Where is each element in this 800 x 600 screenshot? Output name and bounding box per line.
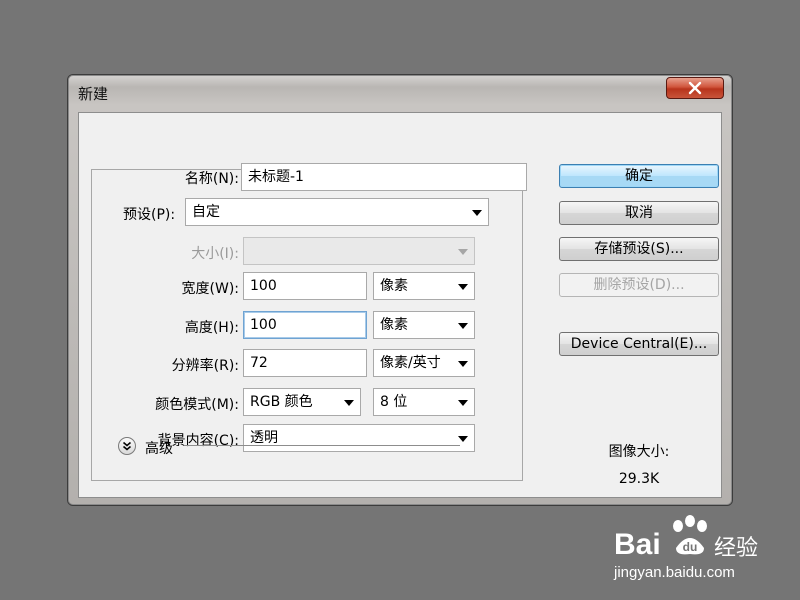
size-label: 大小(I): <box>191 246 239 262</box>
cancel-button[interactable]: 取消 <box>559 201 719 225</box>
advanced-divider <box>184 445 460 446</box>
watermark-brand: Bai <box>614 528 661 561</box>
width-input[interactable]: 100 <box>243 272 367 300</box>
name-label: 名称(N): <box>184 171 239 187</box>
preset-value: 自定 <box>192 204 220 220</box>
color-mode-label: 颜色模式(M): <box>155 397 239 413</box>
chevron-down-icon <box>472 210 482 216</box>
paw-logo-icon: du <box>673 515 707 555</box>
height-label: 高度(H): <box>184 320 239 336</box>
resolution-unit-value: 像素/英寸 <box>380 355 441 371</box>
resolution-input[interactable]: 72 <box>243 349 367 377</box>
watermark-brand-tail: 经验 <box>714 535 759 560</box>
width-label: 宽度(W): <box>181 281 239 297</box>
svg-text:du: du <box>683 540 698 554</box>
ok-button[interactable]: 确定 <box>559 164 719 188</box>
chevron-down-icon <box>458 249 468 255</box>
width-unit-select[interactable]: 像素 <box>373 272 475 300</box>
close-icon <box>688 81 702 95</box>
chevron-down-icon <box>458 400 468 406</box>
baidu-watermark: Bai du 经验 jingyan.baidu.com <box>610 512 770 592</box>
chevron-down-icon <box>458 361 468 367</box>
preset-select[interactable]: 自定 <box>185 198 489 226</box>
advanced-toggle-button[interactable] <box>118 437 136 455</box>
background-label: 背景内容(C): <box>157 433 239 449</box>
resolution-unit-select[interactable]: 像素/英寸 <box>373 349 475 377</box>
preset-label: 预设(P): <box>119 204 185 224</box>
chevron-down-icon <box>458 284 468 290</box>
save-preset-button[interactable]: 存储预设(S)... <box>559 237 719 261</box>
color-mode-value: RGB 颜色 <box>250 394 313 410</box>
chevron-down-icon <box>458 323 468 329</box>
device-central-button[interactable]: Device Central(E)... <box>559 332 719 356</box>
background-select[interactable]: 透明 <box>243 424 475 452</box>
close-button[interactable] <box>666 77 724 99</box>
height-input[interactable]: 100 <box>243 311 367 339</box>
image-size-value: 29.3K <box>618 471 660 487</box>
color-mode-select[interactable]: RGB 颜色 <box>243 388 361 416</box>
height-unit-value: 像素 <box>380 317 408 333</box>
double-chevron-down-icon <box>122 441 132 451</box>
delete-preset-button: 删除预设(D)... <box>559 273 719 297</box>
chevron-down-icon <box>458 436 468 442</box>
image-size-label: 图像大小: <box>608 444 670 460</box>
dialog-title: 新建 <box>78 85 109 103</box>
height-unit-select[interactable]: 像素 <box>373 311 475 339</box>
resolution-label: 分辨率(R): <box>171 358 239 374</box>
dialog-body: 名称(N): 未标题-1 预设(P): 自定 大小(I): 宽度(W): 100… <box>78 112 722 498</box>
background-value: 透明 <box>250 430 278 446</box>
bit-depth-value: 8 位 <box>380 394 408 410</box>
width-unit-value: 像素 <box>380 278 408 294</box>
bit-depth-select[interactable]: 8 位 <box>373 388 475 416</box>
advanced-label: 高级 <box>145 441 173 457</box>
watermark-url: jingyan.baidu.com <box>614 564 735 581</box>
chevron-down-icon <box>344 400 354 406</box>
size-select <box>243 237 475 265</box>
name-input[interactable]: 未标题-1 <box>241 163 527 191</box>
